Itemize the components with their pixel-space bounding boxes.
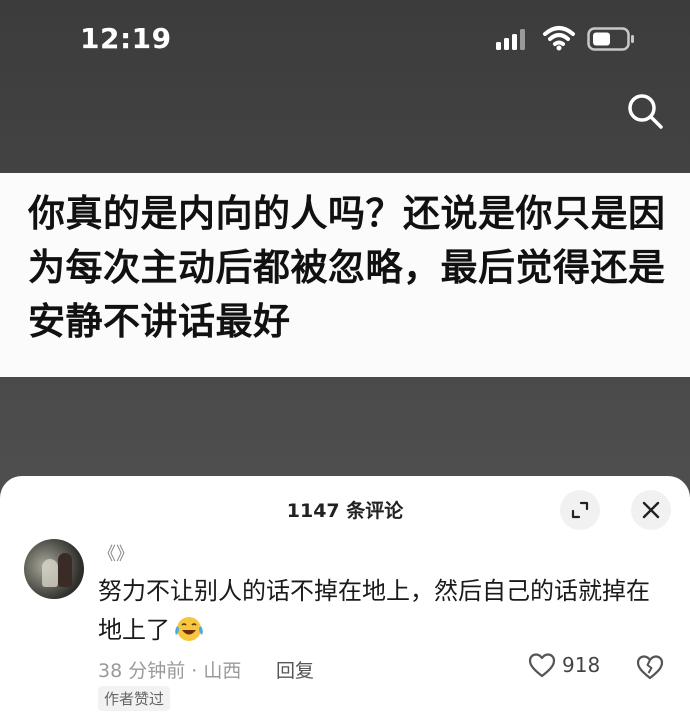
- comments-sheet: 1147 条评论 《》 努力不让别人的话不掉在地上，然后自己的话就掉在地上了 3…: [0, 476, 690, 716]
- expand-icon: [571, 501, 589, 519]
- like-button[interactable]: 918: [528, 652, 600, 678]
- crying-laughing-emoji-icon: [174, 615, 204, 643]
- post-title: 你真的是内向的人吗？还说是你只是因为每次主动后都被忽略，最后觉得还是安静不讲话最…: [28, 192, 666, 343]
- comment-text-block: 努力不让别人的话不掉在地上，然后自己的话就掉在地上了: [98, 572, 668, 650]
- commenter-username[interactable]: 《》: [98, 540, 134, 566]
- wifi-icon: [542, 25, 576, 55]
- expand-button[interactable]: [560, 490, 600, 530]
- comments-header: 1147 条评论: [0, 476, 690, 542]
- search-icon: [628, 94, 663, 129]
- battery-icon: [587, 27, 635, 55]
- broken-heart-icon: [636, 655, 664, 680]
- app-screen: 12:19 你真的是内向的人吗？还说是你只是因为每次主动后都被忽略，最后觉得还是…: [0, 0, 690, 716]
- cellular-signal-icon: [496, 28, 528, 54]
- close-button[interactable]: [631, 490, 671, 530]
- comment-meta: 38 分钟前 · 山西: [98, 660, 242, 682]
- close-icon: [642, 501, 660, 519]
- avatar-figure-dark: [58, 553, 72, 587]
- dislike-button[interactable]: [636, 654, 664, 684]
- heart-icon: [528, 653, 556, 678]
- status-time: 12:19: [80, 22, 172, 55]
- author-liked-badge: 作者赞过: [98, 686, 171, 711]
- like-count: 918: [562, 653, 601, 677]
- reply-button[interactable]: 回复: [276, 656, 314, 683]
- status-bar: 12:19: [0, 0, 690, 82]
- search-button[interactable]: [622, 88, 668, 134]
- post-title-card: 你真的是内向的人吗？还说是你只是因为每次主动后都被忽略，最后觉得还是安静不讲话最…: [0, 173, 690, 377]
- commenter-avatar[interactable]: [24, 539, 84, 599]
- avatar-figure-light: [42, 559, 58, 587]
